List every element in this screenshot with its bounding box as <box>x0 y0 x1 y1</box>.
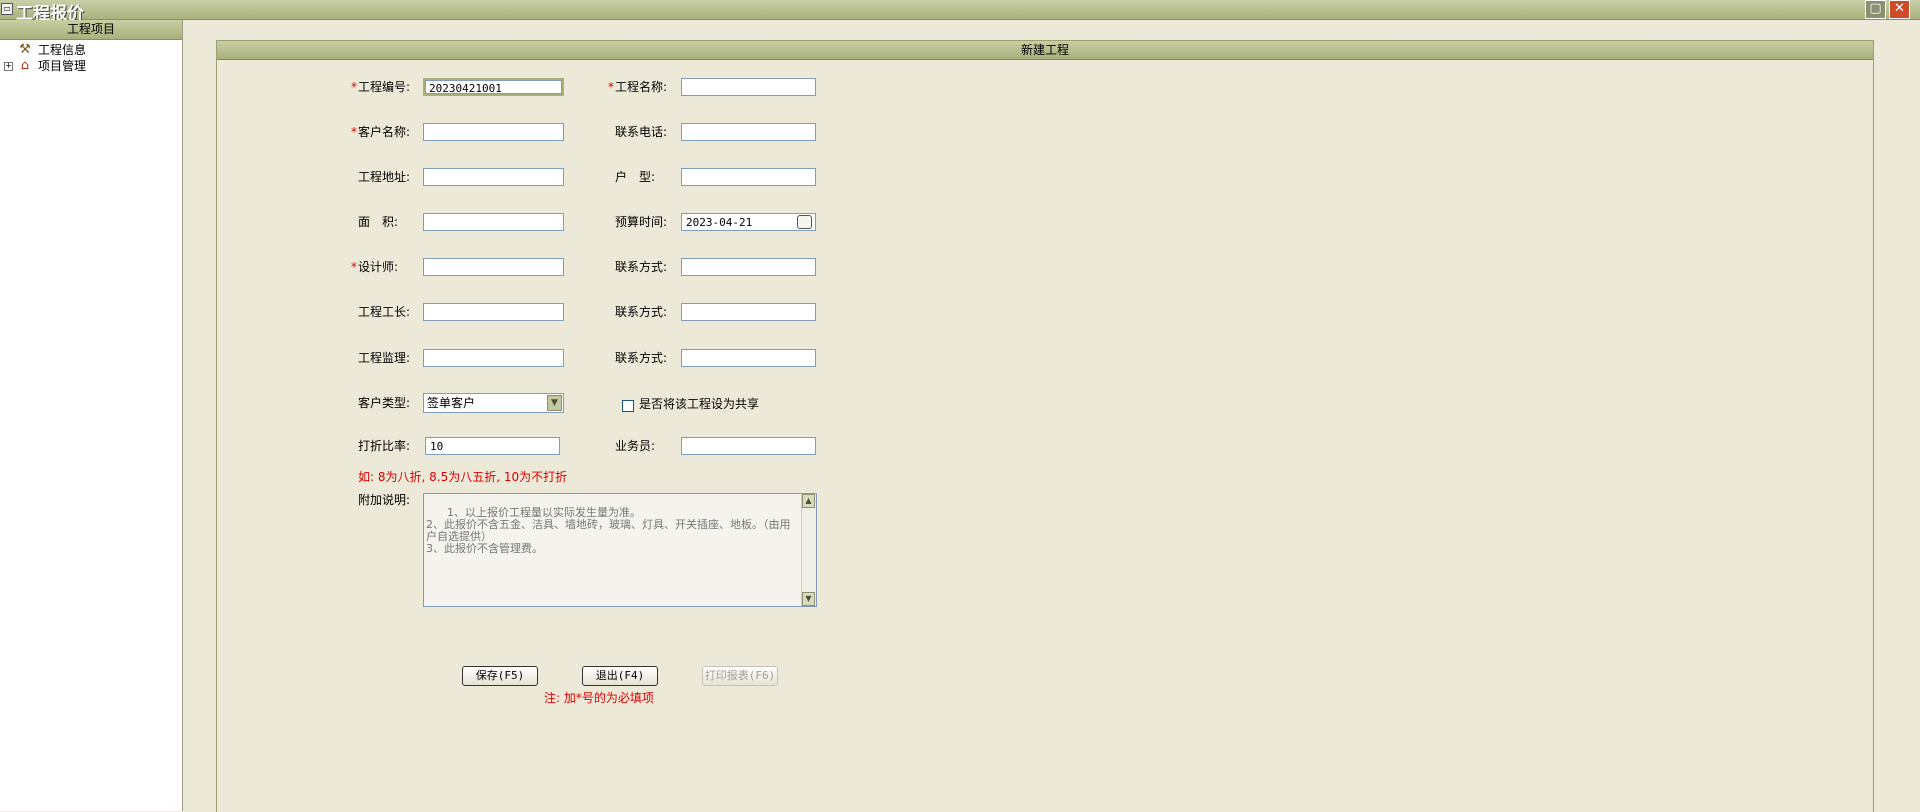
system-menu-icon[interactable]: ▭ <box>1 3 13 15</box>
hammer-icon: ⚒ <box>19 42 31 57</box>
customer-name-label: 客户名称: <box>358 125 411 139</box>
customer-type-select[interactable]: 签单客户 ▼ <box>423 393 564 413</box>
area-input[interactable] <box>423 213 564 231</box>
designer-contact-input[interactable] <box>681 258 816 276</box>
project-no-label: 工程编号: <box>358 80 411 94</box>
main-content: 新建工程 * 工程编号: 20230421001 * 工程名称: * 客户名称:… <box>183 20 1920 812</box>
panel-title: 新建工程 <box>217 41 1873 60</box>
remarks-label: 附加说明: <box>358 493 411 507</box>
house-icon: ⌂ <box>20 58 30 73</box>
print-report-button[interactable]: 打印报表(F6) <box>702 666 778 686</box>
share-checkbox-label[interactable]: 是否将该工程设为共享 <box>639 394 759 414</box>
discount-input[interactable]: 10 <box>425 437 560 455</box>
required-mark: * <box>608 80 614 94</box>
foreman-label: 工程工长: <box>358 305 411 319</box>
new-project-panel: 新建工程 * 工程编号: 20230421001 * 工程名称: * 客户名称:… <box>216 40 1874 812</box>
share-checkbox[interactable] <box>622 400 634 412</box>
scroll-up-icon[interactable]: ▲ <box>802 494 815 508</box>
sidebar-header: 工程项目 <box>0 20 182 40</box>
remarks-textarea[interactable]: 1、以上报价工程量以实际发生量为准。 2、此报价不含五金、洁具、墙地砖，玻璃、灯… <box>423 493 817 607</box>
close-button[interactable]: ✕ <box>1889 0 1910 19</box>
required-mark: * <box>351 260 357 274</box>
supervisor-contact-input[interactable] <box>681 349 816 367</box>
budget-time-value: 2023-04-21 <box>686 216 753 229</box>
house-type-label: 户 型: <box>615 170 656 184</box>
budget-time-label: 预算时间: <box>615 215 668 229</box>
supervisor-contact-label: 联系方式: <box>615 351 668 365</box>
foreman-contact-input[interactable] <box>681 303 816 321</box>
customer-type-label: 客户类型: <box>358 396 411 410</box>
customer-name-input[interactable] <box>423 123 564 141</box>
project-no-input[interactable]: 20230421001 <box>423 78 564 96</box>
salesman-label: 业务员: <box>615 439 656 453</box>
supervisor-label: 工程监理: <box>358 351 411 365</box>
foreman-contact-label: 联系方式: <box>615 305 668 319</box>
contact-phone-input[interactable] <box>681 123 816 141</box>
sidebar-item-label: 项目管理 <box>38 59 87 73</box>
designer-input[interactable] <box>423 258 564 276</box>
calendar-icon[interactable] <box>797 215 812 229</box>
maximize-icon: ▢ <box>1869 1 1882 16</box>
sidebar: 工程项目 ⚒ 工程信息 + ⌂ 项目管理 <box>0 20 183 811</box>
budget-time-input[interactable]: 2023-04-21 <box>681 213 816 231</box>
scroll-down-icon[interactable]: ▼ <box>802 592 815 606</box>
foreman-input[interactable] <box>423 303 564 321</box>
customer-type-value: 签单客户 <box>427 396 476 410</box>
house-type-input[interactable] <box>681 168 816 186</box>
title-bar: ▭ 工程报价 ▢ ✕ <box>0 0 1920 24</box>
required-mark: * <box>351 80 357 94</box>
salesman-input[interactable] <box>681 437 816 455</box>
supervisor-input[interactable] <box>423 349 564 367</box>
exit-button[interactable]: 退出(F4) <box>582 666 658 686</box>
required-mark: * <box>351 125 357 139</box>
remarks-text: 1、以上报价工程量以实际发生量为准。 2、此报价不含五金、洁具、墙地砖，玻璃、灯… <box>426 506 791 555</box>
project-address-label: 工程地址: <box>358 170 411 184</box>
project-name-label: 工程名称: <box>615 80 668 94</box>
maximize-button[interactable]: ▢ <box>1865 0 1886 19</box>
expand-icon[interactable]: + <box>4 62 13 71</box>
required-fields-note: 注: 加*号的为必填项 <box>544 691 654 705</box>
close-icon: ✕ <box>1894 1 1905 16</box>
discount-label: 打折比率: <box>358 439 411 453</box>
designer-label: 设计师: <box>358 260 399 274</box>
contact-phone-label: 联系电话: <box>615 125 668 139</box>
chevron-down-icon[interactable]: ▼ <box>547 395 562 411</box>
project-name-input[interactable] <box>681 78 816 96</box>
save-button[interactable]: 保存(F5) <box>462 666 538 686</box>
project-address-input[interactable] <box>423 168 564 186</box>
designer-contact-label: 联系方式: <box>615 260 668 274</box>
area-label: 面 积: <box>358 215 399 229</box>
discount-hint: 如: 8为八折, 8.5为八五折, 10为不打折 <box>358 470 568 484</box>
remarks-scrollbar[interactable]: ▲ ▼ <box>801 494 816 606</box>
sidebar-item-label: 工程信息 <box>38 43 87 57</box>
